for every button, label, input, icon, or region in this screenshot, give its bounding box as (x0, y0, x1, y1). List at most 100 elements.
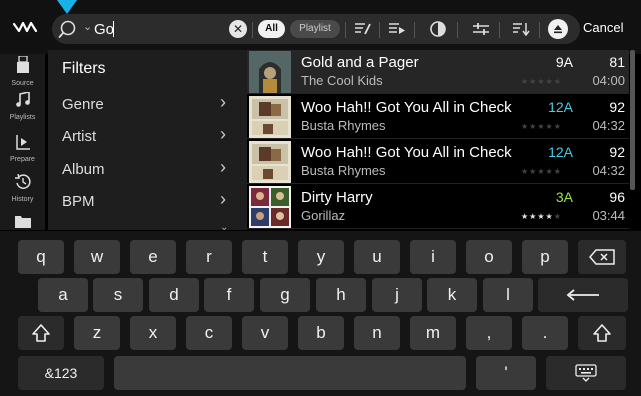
key-r[interactable]: r (186, 240, 232, 274)
track-title: Woo Hah!! Got You All in Check (301, 144, 512, 161)
track-row[interactable]: Woo Hah!! Got You All in Check Busta Rhy… (247, 140, 629, 184)
key-j[interactable]: j (372, 278, 422, 312)
key-apostrophe[interactable]: ' (476, 356, 536, 390)
scope-playlist-chip[interactable]: Playlist (290, 20, 340, 38)
filter-artist[interactable]: Artist › (48, 122, 247, 152)
cancel-button[interactable]: Cancel (583, 20, 623, 35)
track-rating[interactable]: ★★★★★ (521, 167, 562, 176)
backspace-icon (589, 249, 615, 265)
track-time: 03:44 (592, 208, 625, 223)
key-h[interactable]: h (316, 278, 366, 312)
key-q[interactable]: q (18, 240, 64, 274)
track-artist: Busta Rhymes (301, 163, 386, 178)
app-logo-icon[interactable] (0, 0, 50, 54)
sidebar: Source Playlists Prepare History (0, 54, 45, 230)
eject-icon[interactable] (548, 19, 568, 39)
track-time: 04:00 (592, 73, 625, 88)
track-bpm: 81 (609, 54, 625, 70)
star-icon: ★ (521, 167, 530, 176)
symbols-key[interactable]: &123 (18, 356, 104, 390)
key-z[interactable]: z (74, 316, 120, 350)
key-s[interactable]: s (93, 278, 143, 312)
enter-key[interactable] (538, 278, 628, 312)
chevron-right-icon: › (220, 189, 226, 209)
album-art (249, 141, 291, 183)
search-options-chevron-icon[interactable]: ⌄ (83, 20, 92, 33)
track-row[interactable]: Gold and a Pager The Cool Kids 9A 81 ★★★… (247, 50, 629, 94)
key-k[interactable]: k (427, 278, 477, 312)
album-art (249, 186, 291, 228)
key-u[interactable]: u (354, 240, 400, 274)
track-row[interactable]: Dirty Harry Gorillaz 3A 96 ★★★★★ 03:44 (247, 185, 629, 229)
sidebar-item-history[interactable]: History (0, 173, 45, 203)
track-bpm: 92 (609, 144, 625, 160)
match-icon[interactable] (427, 19, 449, 39)
track-title: Gold and a Pager (301, 54, 419, 71)
sidebar-item-playlists[interactable]: Playlists (0, 91, 45, 121)
key-e[interactable]: e (130, 240, 176, 274)
track-list-scrollbar[interactable] (630, 50, 635, 190)
star-icon: ★ (553, 122, 562, 131)
star-icon: ★ (545, 212, 554, 221)
backspace-key[interactable] (578, 240, 626, 274)
key-x[interactable]: x (130, 316, 176, 350)
scope-all-chip[interactable]: All (258, 20, 285, 38)
hide-keyboard-key[interactable] (546, 356, 626, 390)
key-b[interactable]: b (298, 316, 344, 350)
focus-indicator (57, 0, 77, 14)
folder-icon (14, 216, 31, 228)
clear-search-button[interactable]: ✕ (229, 20, 247, 38)
filter-bpm[interactable]: BPM › (48, 187, 247, 217)
sidebar-item-prepare[interactable]: Prepare (0, 134, 45, 163)
key-comma[interactable]: , (466, 316, 512, 350)
key-w[interactable]: w (74, 240, 120, 274)
track-artist: Busta Rhymes (301, 118, 386, 133)
key-d[interactable]: d (149, 278, 199, 312)
track-artist: The Cool Kids (301, 73, 383, 88)
top-bar: ⌄ ✕ All Playlist (0, 0, 641, 54)
key-i[interactable]: i (410, 240, 456, 274)
key-period[interactable]: . (522, 316, 568, 350)
space-key[interactable] (114, 356, 466, 390)
filter-label: Artist (62, 128, 97, 145)
star-icon: ★ (537, 167, 546, 176)
star-icon: ★ (521, 122, 530, 131)
key-l[interactable]: l (483, 278, 533, 312)
key-m[interactable]: m (410, 316, 456, 350)
sort-icon[interactable] (510, 19, 532, 39)
filter-genre[interactable]: Genre › (48, 90, 247, 120)
edit-list-icon[interactable] (352, 19, 374, 39)
star-icon: ★ (553, 77, 562, 86)
divider (414, 22, 415, 38)
track-title: Dirty Harry (301, 189, 373, 206)
queue-icon[interactable] (386, 19, 408, 39)
track-row[interactable]: Woo Hah!! Got You All in Check Busta Rhy… (247, 95, 629, 139)
star-icon: ★ (553, 167, 562, 176)
star-icon: ★ (553, 212, 562, 221)
key-p[interactable]: p (522, 240, 568, 274)
key-c[interactable]: c (186, 316, 232, 350)
star-icon: ★ (537, 77, 546, 86)
search-icon[interactable] (58, 18, 82, 40)
key-f[interactable]: f (204, 278, 254, 312)
on-screen-keyboard: q w e r t y u i o p a s d f g h j k l z … (0, 231, 641, 396)
shift-key-right[interactable] (578, 316, 626, 350)
track-rating[interactable]: ★★★★★ (521, 212, 562, 221)
track-rating[interactable]: ★★★★★ (521, 77, 562, 86)
key-a[interactable]: a (38, 278, 88, 312)
shift-icon (593, 324, 611, 342)
key-t[interactable]: t (242, 240, 288, 274)
sidebar-item-label: Prepare (10, 156, 35, 163)
key-y[interactable]: y (298, 240, 344, 274)
key-v[interactable]: v (242, 316, 288, 350)
key-n[interactable]: n (354, 316, 400, 350)
search-bar[interactable]: ⌄ ✕ All Playlist (52, 14, 580, 44)
key-o[interactable]: o (466, 240, 512, 274)
key-g[interactable]: g (260, 278, 310, 312)
track-rating[interactable]: ★★★★★ (521, 122, 562, 131)
sidebar-item-source[interactable]: Source (0, 55, 45, 87)
filter-album[interactable]: Album › (48, 155, 247, 185)
shift-key-left[interactable] (18, 316, 64, 350)
adjust-icon[interactable] (470, 19, 492, 39)
track-title: Woo Hah!! Got You All in Check (301, 99, 512, 116)
